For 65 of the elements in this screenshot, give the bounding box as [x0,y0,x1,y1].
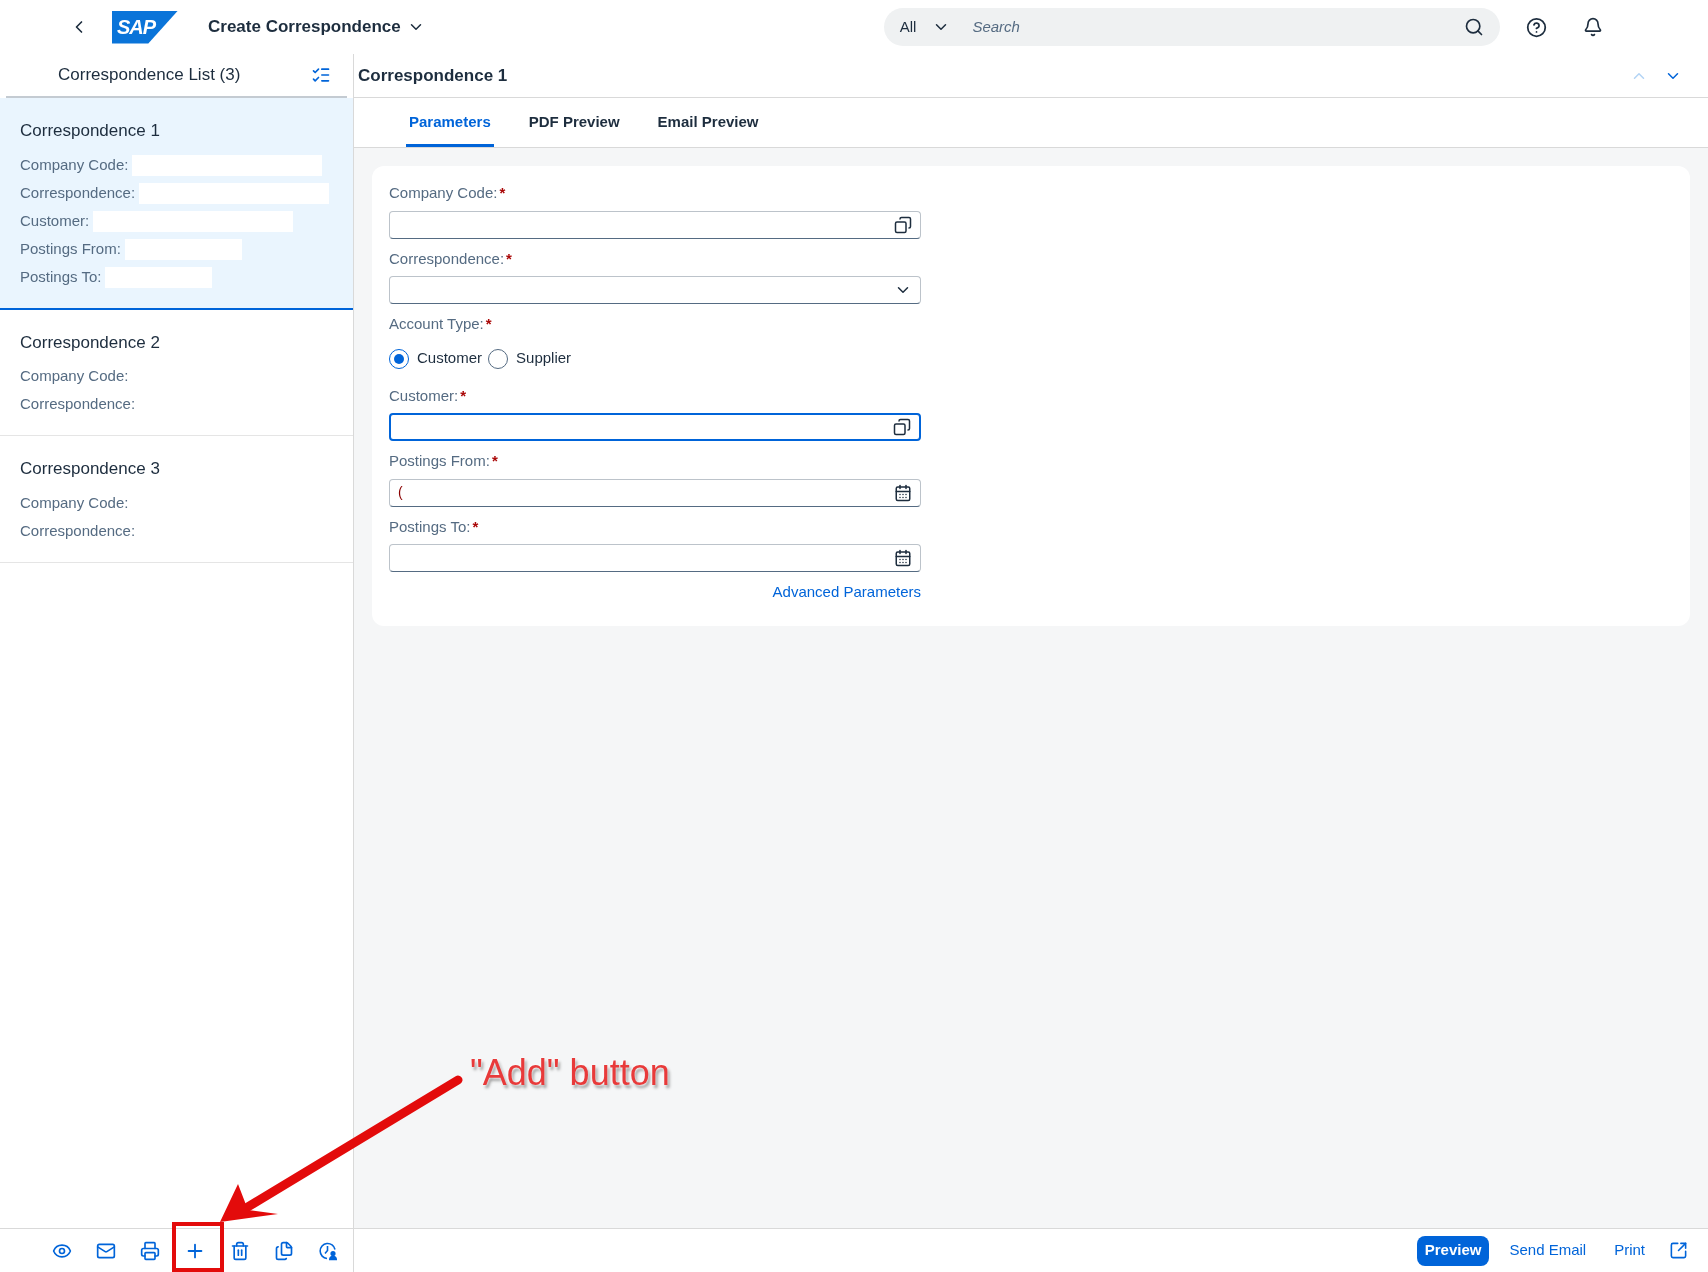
value-help-icon[interactable] [893,418,911,436]
search-scope[interactable]: All [899,15,917,39]
required-asterisk: * [491,451,498,471]
item-title: Correspondence 1 [20,120,161,142]
field-label: Account Type: [389,314,484,334]
footer-button[interactable]: Print [1606,1235,1653,1266]
history-button[interactable] [318,1240,338,1261]
item-field-label: Company Code: [20,366,129,387]
input-field[interactable] [389,210,921,239]
required-asterisk: * [499,183,506,203]
copy-icon [274,1240,294,1261]
tab[interactable]: Parameters [406,101,494,147]
field-label: Correspondence: [389,248,505,269]
item-field-label: Company Code: [20,154,129,175]
calendar-icon[interactable] [894,483,912,502]
required-asterisk: * [472,516,479,537]
field-label: Customer: [389,385,459,406]
print-button[interactable] [140,1240,160,1261]
item-title: Correspondence 3 [20,458,161,480]
calendar-icon[interactable] [894,549,912,567]
notifications-icon[interactable] [1582,17,1603,37]
input-field[interactable] [389,413,921,441]
date-field[interactable] [389,544,921,572]
list-title: Correspondence List (3) [58,64,241,87]
detail-title: Correspondence 1 [358,64,508,87]
annotation-label: "Add" button [470,1051,670,1095]
footer-button[interactable]: Preview [1416,1235,1490,1266]
help-icon[interactable] [1525,16,1547,38]
required-asterisk: * [460,385,467,406]
delete-button[interactable] [230,1240,250,1261]
tab[interactable]: Email Preview [654,101,762,147]
trash-icon [230,1240,250,1261]
field-label: Company Code: [389,183,498,203]
item-field-label: Correspondence: [20,182,136,203]
required-asterisk: * [506,248,512,269]
clock-person-icon [318,1240,338,1261]
date-field[interactable]: ( [389,478,921,507]
search-field[interactable]: Search [972,15,1464,39]
share-icon[interactable] [1669,1241,1688,1260]
tab[interactable]: PDF Preview [525,101,623,147]
item-field-label: Company Code: [20,492,129,513]
search-icon[interactable] [1463,17,1484,37]
advanced-parameters-link[interactable]: Advanced Parameters [772,581,921,604]
copy-button[interactable] [274,1240,294,1261]
field-label: Postings From: [389,451,490,471]
item-title: Correspondence 2 [20,331,161,354]
item-field-label: Correspondence: [20,520,136,541]
footer-button[interactable]: Send Email [1501,1235,1595,1266]
field-label: Postings To: [389,516,471,537]
sap-logo: SAP [112,10,178,44]
select-field[interactable] [389,276,921,304]
item-field-label: Correspondence: [20,394,136,415]
app-title-menu[interactable]: Create Correspondence [208,14,425,40]
value-help-icon[interactable] [894,215,912,234]
printer-icon [140,1240,160,1261]
item-field-label: Postings From: [20,238,121,259]
search-bar[interactable]: All Search [883,8,1500,46]
list-item[interactable]: Correspondence 1 Company Code: Correspondence: Customer: Postings From: Postings To: [0,98,353,310]
radio-option[interactable]: Supplier [488,347,572,370]
highlight-box [172,1222,224,1272]
filter-icon[interactable] [311,65,331,85]
item-field-label: Postings To: [20,266,102,287]
item-field-label: Customer: [20,210,90,231]
required-asterisk: * [485,314,492,334]
radio-option[interactable]: Customer [389,347,483,370]
